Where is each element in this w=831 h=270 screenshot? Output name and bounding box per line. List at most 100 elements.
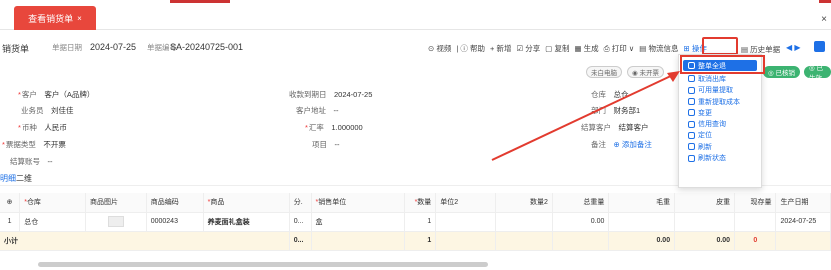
horizontal-scrollbar[interactable] — [38, 262, 488, 267]
customer-field[interactable]: *客户 客户（A品牌） — [18, 89, 94, 100]
status-badge-effective: ◎ 已生效 — [804, 65, 831, 82]
layout-icon[interactable] — [814, 41, 825, 52]
menu-item-cancel-outbound[interactable]: 取消出库 — [679, 73, 761, 84]
subtotal-gross: 0.00 — [608, 231, 676, 251]
location-icon — [688, 131, 695, 139]
subtotal-category: 0... — [289, 231, 312, 251]
refresh-status-icon — [688, 154, 695, 162]
doc-number: SA-20240725-001 — [170, 42, 244, 52]
table-header-row: ⊕ *仓库 商品图片 商品编码 *商品 分. *销售单位 *数量 单位2 数量2… — [0, 193, 831, 213]
menu-item-refresh-status[interactable]: 刷新状态 — [679, 152, 761, 163]
generate-button[interactable]: ▦ 生成 — [574, 43, 598, 54]
remark-field[interactable]: 备注 ⊕ 添加备注 — [591, 139, 652, 150]
subtotal-tare: 0.00 — [674, 231, 736, 251]
tab-bar: 查看销货单 × × — [0, 0, 831, 30]
cell-qty[interactable]: 1 — [404, 212, 437, 232]
share-button[interactable]: ☑ 分享 — [516, 43, 540, 54]
table-row[interactable]: 1 总仓 0000243 养麦面礼盒装 0... 盒 1 0.00 2024-0… — [0, 212, 831, 232]
col-warehouse: *仓库 — [19, 193, 87, 213]
menu-item-available-extract[interactable]: 可用量提取 — [679, 85, 761, 96]
video-button[interactable]: ⊙ 视频 — [428, 43, 451, 54]
subtotal-row: 小计 0... 1 0.00 0.00 0 — [0, 231, 831, 251]
subtotal-stock: 0 — [734, 231, 777, 251]
next-icon[interactable]: ▶ — [794, 43, 800, 52]
salesman-field[interactable]: 业务员 刘佳佳 — [21, 105, 74, 116]
cell-product[interactable]: 养麦面礼盒装 — [203, 212, 290, 232]
logistics-button[interactable]: ▤ 物流信息 — [639, 43, 678, 54]
prev-icon[interactable]: ◀ — [786, 43, 792, 52]
cell-warehouse[interactable]: 总仓 — [19, 212, 87, 232]
menu-item-credit-query[interactable]: 信用查询 — [679, 118, 761, 129]
menu-item-locate[interactable]: 定位 — [679, 130, 761, 141]
doc-date: 2024-07-25 — [90, 42, 137, 52]
col-qty2: 数量2 — [495, 193, 553, 213]
tab-view-sales-order[interactable]: 查看销货单 × — [14, 6, 96, 30]
tab-two-dimension[interactable]: 二维 — [16, 173, 32, 184]
copy-button[interactable]: ▢ 复制 — [545, 43, 569, 54]
cell-category: 0... — [289, 212, 312, 232]
cell-qty2[interactable] — [495, 212, 553, 232]
warehouse-field[interactable]: 仓库 总仓 — [591, 89, 629, 100]
date-label: 单据日期 — [52, 43, 82, 52]
col-category: 分. — [289, 193, 312, 213]
department-field[interactable]: 部门 财务部1 — [591, 105, 640, 116]
tab-detail[interactable]: 明细 — [0, 173, 16, 184]
col-qty: *数量 — [404, 193, 437, 213]
subtotal-unit — [311, 231, 405, 251]
help-button[interactable]: | ⓘ 帮助 — [456, 43, 485, 54]
print-button[interactable]: ⎙ 打印 ∨ — [604, 43, 635, 54]
settle-customer-field[interactable]: 结算客户 结算客户 — [581, 122, 649, 133]
subtotal-qty2 — [495, 231, 553, 251]
toolbar: ⊙ 视频 | ⓘ 帮助 + 新增 ☑ 分享 ▢ 复制 ▦ 生成 ⎙ 打印 ∨ ▤ 物流信息 ⊞ … — [428, 43, 712, 55]
cost-icon — [688, 98, 695, 106]
new-button[interactable]: + 新增 — [490, 43, 511, 54]
address-field[interactable]: 客户地址 -- — [296, 105, 339, 116]
col-tare: 皮重 — [674, 193, 736, 213]
cell-unit2[interactable] — [435, 212, 497, 232]
close-icon[interactable]: × — [77, 14, 82, 23]
cell-unit[interactable]: 盒 — [311, 212, 405, 232]
col-prod-date: 生产日期 — [775, 193, 831, 213]
col-gross: 毛重 — [608, 193, 676, 213]
doc-type: 销货单 — [2, 44, 30, 54]
cancel-icon — [688, 75, 695, 83]
col-unit: *销售单位 — [311, 193, 405, 213]
subtotal-unit2 — [435, 231, 497, 251]
invoice-type-field[interactable]: *票据类型 不开票 — [2, 139, 66, 150]
cell-prod-date[interactable]: 2024-07-25 — [775, 212, 831, 232]
col-image: 商品图片 — [85, 193, 147, 213]
refresh-icon — [688, 143, 695, 151]
cell-image — [85, 212, 147, 232]
col-product: *商品 — [203, 193, 290, 213]
menu-item-refresh[interactable]: 刷新 — [679, 141, 761, 152]
cell-tare[interactable] — [674, 212, 736, 232]
extract-icon — [688, 86, 695, 94]
currency-field[interactable]: *币种 人民币 — [18, 122, 67, 133]
rate-field[interactable]: *汇率 1.000000 — [305, 122, 363, 133]
top-accent — [170, 0, 230, 3]
subtotal-qty: 1 — [404, 231, 437, 251]
cell-code[interactable]: 0000243 — [146, 212, 204, 232]
window-close-icon[interactable]: × — [821, 14, 827, 25]
highlight-box-operation — [702, 37, 738, 55]
corner-accent — [819, 0, 831, 3]
col-add-icon[interactable]: ⊕ — [0, 193, 21, 213]
project-field[interactable]: 项目 -- — [312, 139, 340, 150]
account-field[interactable]: 结算账号 -- — [10, 156, 53, 167]
nav-arrows[interactable]: ◀ ▶ — [786, 43, 801, 52]
due-date-field[interactable]: 收款到期日 2024-07-25 — [289, 89, 372, 100]
cell-total-weight: 0.00 — [552, 212, 610, 232]
row-index: 1 — [0, 212, 21, 232]
menu-item-change[interactable]: 变更 — [679, 107, 761, 118]
cell-gross[interactable] — [608, 212, 676, 232]
edit-icon — [688, 109, 695, 117]
subtotal-weight — [552, 231, 610, 251]
credit-icon — [688, 120, 695, 128]
product-thumbnail — [107, 216, 124, 227]
detail-table: ⊕ *仓库 商品图片 商品编码 *商品 分. *销售单位 *数量 单位2 数量2… — [0, 193, 831, 251]
col-stock: 现存量 — [734, 193, 777, 213]
tab-label: 查看销货单 — [28, 13, 74, 24]
col-unit2: 单位2 — [435, 193, 497, 213]
menu-item-recalc-cost[interactable]: 重新提取成本 — [679, 96, 761, 107]
status-badge-writeoff: ◎ 已核销 — [763, 66, 800, 78]
